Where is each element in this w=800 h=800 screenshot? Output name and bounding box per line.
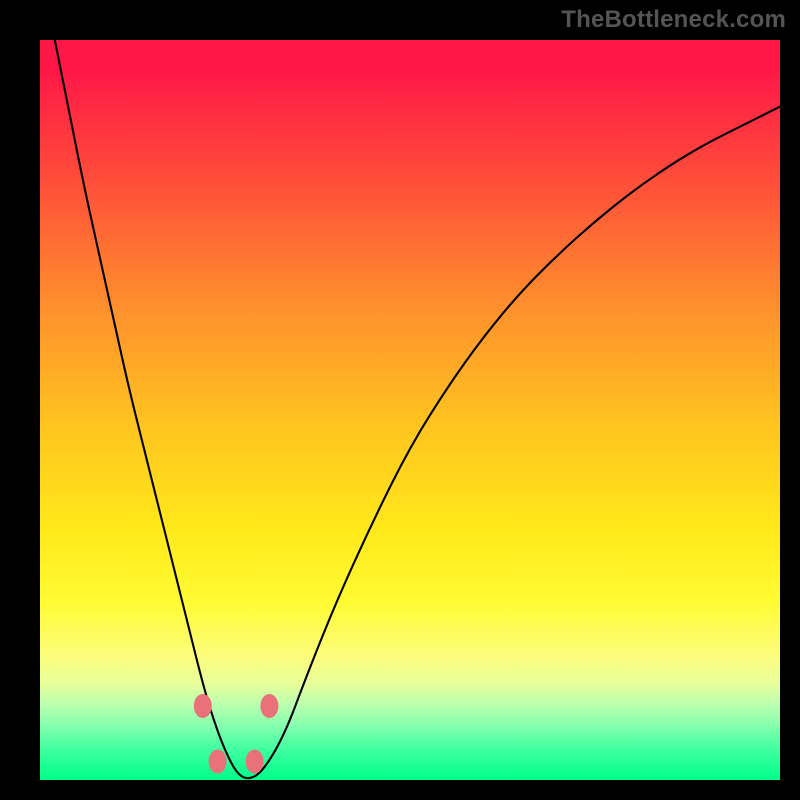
chart-plot-area [40,40,780,780]
curve-marker [246,750,264,774]
watermark-text: TheBottleneck.com [561,6,786,34]
bottleneck-curve [55,40,780,778]
curve-markers [194,694,279,774]
curve-marker [260,694,278,718]
curve-marker [209,750,227,774]
curve-svg [40,40,780,780]
chart-frame: TheBottleneck.com [0,0,800,800]
curve-marker [194,694,212,718]
